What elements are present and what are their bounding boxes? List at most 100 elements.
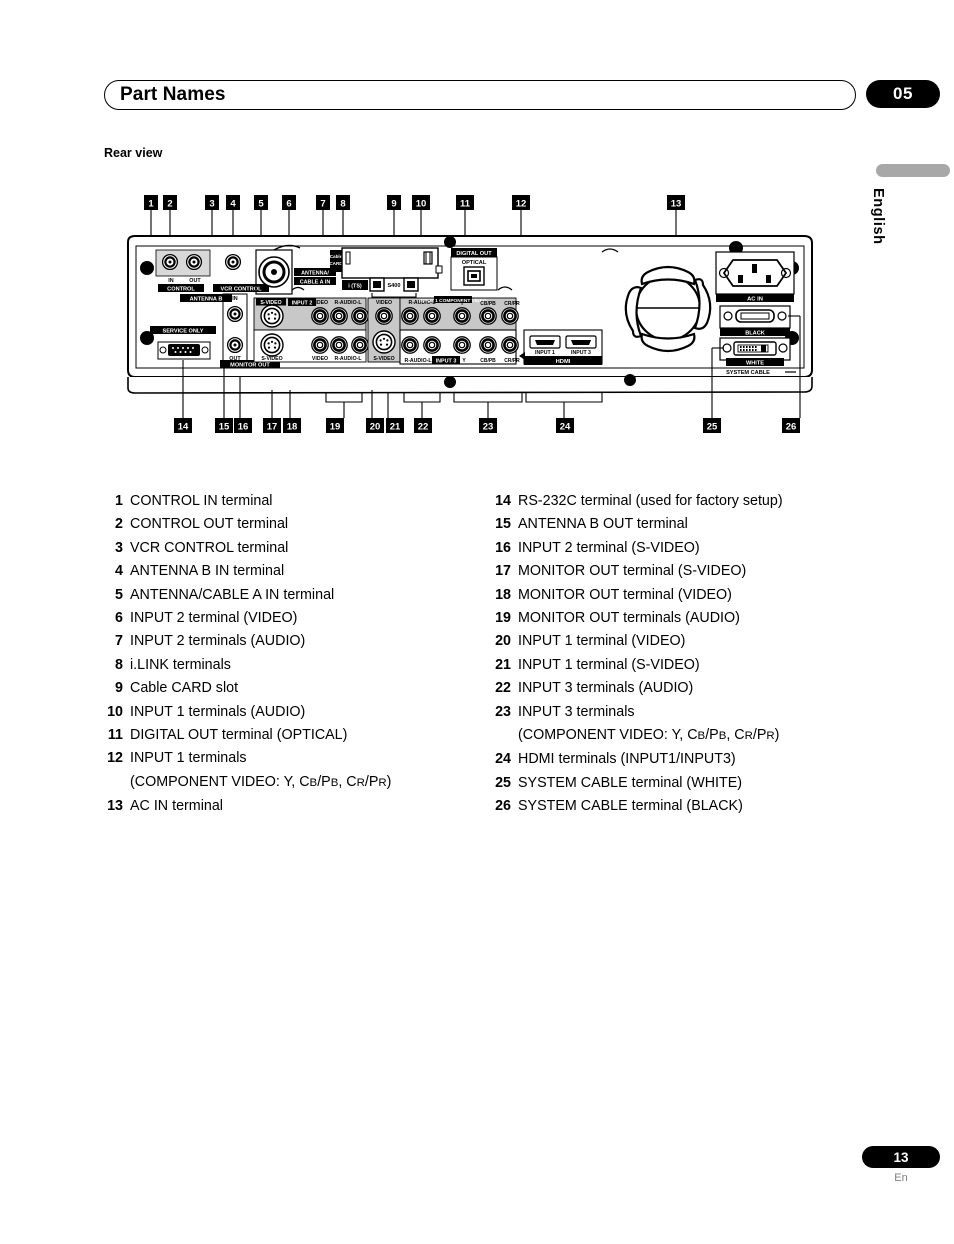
terminal-number: 5 bbox=[115, 586, 123, 603]
svg-text:14: 14 bbox=[178, 422, 189, 433]
terminal-number: 7 bbox=[115, 633, 123, 650]
svg-text:VIDEO: VIDEO bbox=[376, 300, 392, 306]
svg-text:Cable: Cable bbox=[330, 254, 343, 259]
svg-text:17: 17 bbox=[267, 422, 278, 433]
svg-text:CR/PR: CR/PR bbox=[504, 301, 520, 307]
terminal-number: 16 bbox=[495, 539, 511, 556]
svg-text:WHITE: WHITE bbox=[746, 361, 764, 367]
svg-text:9: 9 bbox=[391, 199, 396, 210]
terminal-number: 21 bbox=[495, 656, 511, 673]
terminal-label: HDMI terminals (INPUT1/INPUT3) bbox=[518, 748, 890, 771]
terminal-list-item: 25 SYSTEM CABLE terminal (WHITE) bbox=[490, 772, 890, 795]
terminal-list-item: 2 CONTROL OUT terminal bbox=[104, 513, 484, 536]
terminal-label: ANTENNA B IN terminal bbox=[130, 560, 484, 583]
terminal-number: 13 bbox=[107, 798, 123, 815]
svg-text:IN: IN bbox=[232, 296, 237, 302]
svg-text:16: 16 bbox=[238, 422, 249, 433]
svg-text:INPUT 3: INPUT 3 bbox=[571, 350, 591, 356]
terminal-label: CONTROL OUT terminal bbox=[130, 513, 484, 536]
svg-text:VIDEO: VIDEO bbox=[312, 356, 328, 362]
terminal-label: MONITOR OUT terminal (VIDEO) bbox=[518, 584, 890, 607]
terminal-number: 17 bbox=[495, 563, 511, 580]
terminal-label: Cable CARD slot bbox=[130, 677, 484, 700]
svg-text:SERVICE ONLY: SERVICE ONLY bbox=[162, 329, 203, 335]
terminal-label-line: INPUT 1 terminal (S-VIDEO) bbox=[518, 656, 700, 673]
terminal-label: INPUT 2 terminal (S-VIDEO) bbox=[518, 537, 890, 560]
margin-language-label: English bbox=[870, 188, 886, 245]
terminal-label-line: SYSTEM CABLE terminal (BLACK) bbox=[518, 798, 743, 815]
svg-text:MONITOR OUT: MONITOR OUT bbox=[230, 363, 270, 369]
chapter-number-badge: 05 bbox=[866, 80, 940, 108]
terminal-list-item: 1 CONTROL IN terminal bbox=[104, 490, 484, 513]
terminal-list-item: 18 MONITOR OUT terminal (VIDEO) bbox=[490, 584, 890, 607]
terminal-label-line: RS-232C terminal (used for factory setup… bbox=[518, 493, 783, 509]
terminal-label: CONTROL IN terminal bbox=[130, 490, 484, 513]
terminal-list-item: 12 INPUT 1 terminals (COMPONENT VIDEO: Y, … bbox=[104, 747, 484, 795]
terminal-list-item: 6 INPUT 2 terminal (VIDEO) bbox=[104, 607, 484, 630]
svg-text:5: 5 bbox=[258, 199, 264, 210]
terminal-label-line: ANTENNA/CABLE A IN terminal bbox=[130, 586, 335, 603]
terminal-number: 24 bbox=[495, 751, 511, 768]
terminal-list-item: 8 i.LINK terminals bbox=[104, 654, 484, 677]
terminal-label: DIGITAL OUT terminal (OPTICAL) bbox=[130, 724, 484, 747]
svg-text:20: 20 bbox=[370, 422, 381, 433]
svg-text:INPUT 1 COMPONENT VIDEO: INPUT 1 COMPONENT VIDEO bbox=[419, 298, 486, 304]
terminal-list-item: 17 MONITOR OUT terminal (S-VIDEO) bbox=[490, 560, 890, 583]
terminal-list-item: 21 INPUT 1 terminal (S-VIDEO) bbox=[490, 654, 890, 677]
svg-text:25: 25 bbox=[707, 422, 718, 433]
terminal-list-item: 5 ANTENNA/CABLE A IN terminal bbox=[104, 584, 484, 607]
terminal-list-item: 7 INPUT 2 terminals (AUDIO) bbox=[104, 630, 484, 653]
terminal-number: 4 bbox=[115, 563, 123, 580]
terminal-label-line: INPUT 1 terminal (VIDEO) bbox=[518, 633, 686, 650]
svg-text:CB/PB: CB/PB bbox=[480, 301, 496, 307]
terminal-label: i.LINK terminals bbox=[130, 654, 484, 677]
terminal-label-line: ANTENNA B IN terminal bbox=[130, 563, 285, 580]
terminal-number: 3 bbox=[115, 539, 123, 556]
svg-text:26: 26 bbox=[786, 422, 797, 433]
svg-text:13: 13 bbox=[671, 199, 682, 210]
terminal-list-item: 14 RS-232C terminal (used for factory set… bbox=[490, 490, 890, 513]
terminal-list-item: 15 ANTENNA B OUT terminal bbox=[490, 513, 890, 536]
terminal-list-item: 13 AC IN terminal bbox=[104, 795, 484, 818]
svg-text:VIDEO: VIDEO bbox=[312, 300, 328, 306]
svg-text:S400: S400 bbox=[387, 283, 400, 289]
terminal-list-item: 3 VCR CONTROL terminal bbox=[104, 537, 484, 560]
margin-thumb-tab bbox=[876, 164, 950, 177]
terminal-label-line: HDMI terminals (INPUT1/INPUT3) bbox=[518, 751, 736, 768]
terminal-label: INPUT 3 terminals (AUDIO) bbox=[518, 677, 890, 700]
terminal-list-item: 16 INPUT 2 terminal (S-VIDEO) bbox=[490, 537, 890, 560]
terminal-label: INPUT 3 terminals (COMPONENT VIDEO: Y, CB… bbox=[518, 701, 890, 749]
terminal-number: 6 bbox=[115, 610, 123, 627]
terminal-list-item: 26 SYSTEM CABLE terminal (BLACK) bbox=[490, 795, 890, 818]
terminal-label: SYSTEM CABLE terminal (BLACK) bbox=[518, 795, 890, 818]
terminal-label-line: MONITOR OUT terminals (AUDIO) bbox=[518, 610, 740, 627]
svg-text:OPTICAL: OPTICAL bbox=[462, 260, 487, 266]
terminal-number: 9 bbox=[115, 680, 123, 697]
svg-text:i (TS): i (TS) bbox=[348, 284, 362, 290]
svg-text:AC IN: AC IN bbox=[747, 297, 763, 303]
svg-text:7: 7 bbox=[320, 199, 325, 210]
svg-text:4: 4 bbox=[230, 199, 236, 210]
terminal-label: INPUT 1 terminal (VIDEO) bbox=[518, 630, 890, 653]
svg-text:21: 21 bbox=[390, 422, 401, 433]
terminal-label-line: INPUT 3 terminals (AUDIO) bbox=[518, 680, 694, 697]
svg-text:19: 19 bbox=[330, 422, 341, 433]
terminal-label-line: CONTROL OUT terminal bbox=[130, 516, 289, 533]
terminal-number: 14 bbox=[495, 493, 511, 509]
terminal-list-item: 10 INPUT 1 terminals (AUDIO) bbox=[104, 701, 484, 724]
svg-text:3: 3 bbox=[209, 199, 214, 210]
terminal-label-line: SYSTEM CABLE terminal (WHITE) bbox=[518, 774, 743, 791]
terminal-label-line: VCR CONTROL terminal bbox=[130, 539, 289, 556]
svg-text:R-AUDIO-L: R-AUDIO-L bbox=[334, 300, 362, 306]
svg-text:INPUT 3: INPUT 3 bbox=[436, 358, 457, 364]
terminal-label-line: i.LINK terminals bbox=[130, 656, 231, 673]
terminal-label: INPUT 1 terminal (S-VIDEO) bbox=[518, 654, 890, 677]
terminal-label-line: INPUT 2 terminal (VIDEO) bbox=[130, 610, 298, 627]
page-title: Part Names bbox=[120, 84, 226, 105]
terminal-label-line: CONTROL IN terminal bbox=[130, 493, 273, 509]
svg-text:CARD: CARD bbox=[329, 261, 343, 266]
svg-text:23: 23 bbox=[483, 422, 494, 433]
terminal-label-line: MONITOR OUT terminal (VIDEO) bbox=[518, 586, 732, 603]
svg-text:INPUT 2: INPUT 2 bbox=[292, 300, 313, 306]
terminal-list-item: 9 Cable CARD slot bbox=[104, 677, 484, 700]
